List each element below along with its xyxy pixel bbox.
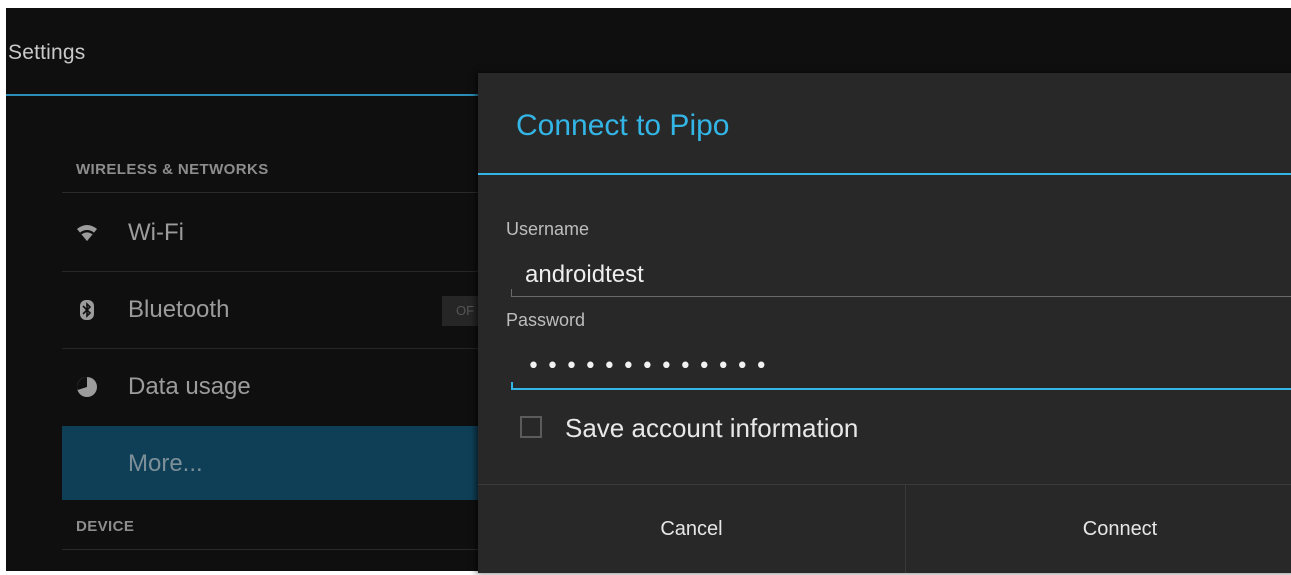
dialog-title-divider — [478, 173, 1291, 175]
section-header-wireless: WIRELESS & NETWORKS — [76, 161, 269, 178]
settings-item-label: Bluetooth — [128, 296, 230, 323]
cancel-button[interactable]: Cancel — [478, 485, 905, 573]
connect-button[interactable]: Connect — [906, 485, 1291, 573]
dialog-title: Connect to Pipo — [516, 109, 730, 142]
data-usage-icon — [76, 376, 98, 398]
password-label: Password — [506, 310, 586, 330]
settings-item-label: Wi-Fi — [128, 219, 184, 246]
header-divider — [6, 94, 486, 96]
username-underline-tick — [511, 289, 512, 297]
save-account-checkbox[interactable] — [520, 416, 542, 438]
app-title: Settings — [8, 41, 86, 64]
password-input[interactable]: ••••••••••••• — [527, 354, 774, 379]
password-field[interactable]: ••••••••••••• — [511, 346, 1291, 390]
password-underline — [511, 388, 1291, 390]
section-divider — [62, 549, 492, 550]
username-field[interactable] — [511, 253, 1291, 297]
connect-dialog: Connect to Pipo Username Password ••••••… — [478, 73, 1291, 573]
save-account-label[interactable]: Save account information — [565, 413, 858, 444]
wifi-icon — [76, 222, 98, 244]
settings-item-wifi[interactable]: Wi-Fi — [62, 195, 492, 269]
username-label: Username — [506, 219, 590, 239]
section-header-device: DEVICE — [76, 518, 135, 535]
settings-item-data-usage[interactable]: Data usage — [62, 349, 492, 423]
username-input[interactable] — [525, 257, 1225, 293]
password-underline-tick — [511, 382, 513, 390]
settings-item-more[interactable]: More... — [62, 426, 492, 500]
settings-item-bluetooth[interactable]: Bluetooth OF — [62, 272, 522, 346]
username-underline — [511, 296, 1291, 297]
settings-item-label: Data usage — [128, 373, 251, 400]
settings-item-label: More... — [128, 450, 203, 477]
bluetooth-icon — [76, 299, 98, 321]
section-divider — [62, 192, 492, 193]
